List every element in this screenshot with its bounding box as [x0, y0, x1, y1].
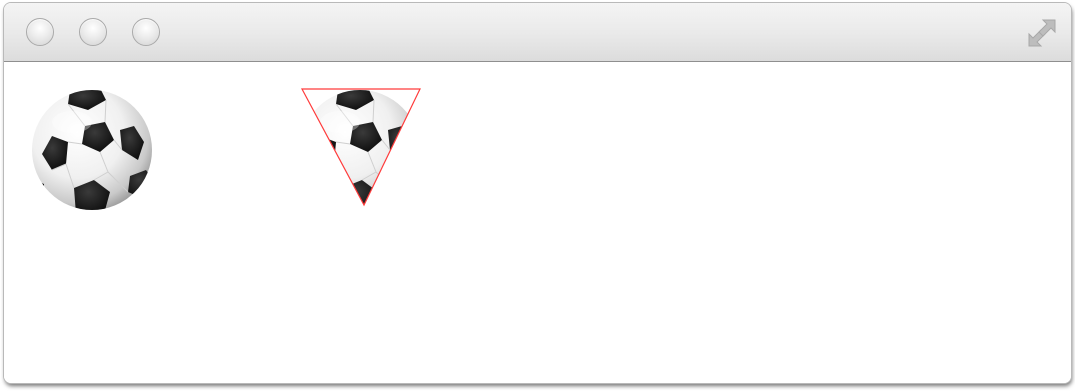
soccer-ball-image [30, 88, 154, 212]
fullscreen-arrows-icon[interactable] [1023, 14, 1061, 52]
app-window [4, 3, 1071, 383]
minimize-button[interactable] [79, 18, 107, 46]
canvas-area [4, 62, 1071, 383]
close-button[interactable] [26, 18, 54, 46]
zoom-button[interactable] [132, 18, 160, 46]
triangle-clipped-ball-image [300, 88, 421, 207]
title-bar[interactable] [4, 3, 1071, 62]
